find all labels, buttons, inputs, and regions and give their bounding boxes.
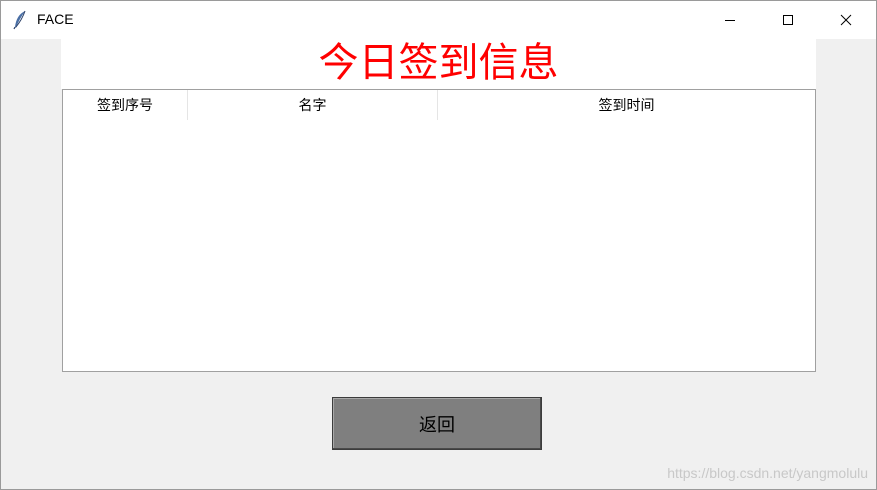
window-title: FACE xyxy=(37,11,74,27)
column-header-checkin-number[interactable]: 签到序号 xyxy=(63,90,188,120)
table-body[interactable] xyxy=(63,120,815,371)
checkin-table[interactable]: 签到序号 名字 签到时间 xyxy=(62,89,816,372)
minimize-icon xyxy=(724,14,736,26)
close-icon xyxy=(840,14,852,26)
column-header-name[interactable]: 名字 xyxy=(188,90,438,120)
table-header: 签到序号 名字 签到时间 xyxy=(63,90,815,120)
header-panel: 今日签到信息 xyxy=(61,39,816,89)
return-button[interactable]: 返回 xyxy=(332,397,542,450)
close-button[interactable] xyxy=(817,1,875,39)
minimize-button[interactable] xyxy=(701,1,759,39)
column-header-checkin-time[interactable]: 签到时间 xyxy=(438,90,815,120)
maximize-button[interactable] xyxy=(759,1,817,39)
title-bar[interactable]: FACE xyxy=(1,1,876,39)
watermark: https://blog.csdn.net/yangmolulu xyxy=(667,465,868,481)
feather-icon xyxy=(13,10,27,30)
maximize-icon xyxy=(782,14,794,26)
app-window: FACE 今日签到信息 签到序号 名字 签到时间 返回 https://blog xyxy=(0,0,877,490)
page-title: 今日签到信息 xyxy=(318,40,559,86)
